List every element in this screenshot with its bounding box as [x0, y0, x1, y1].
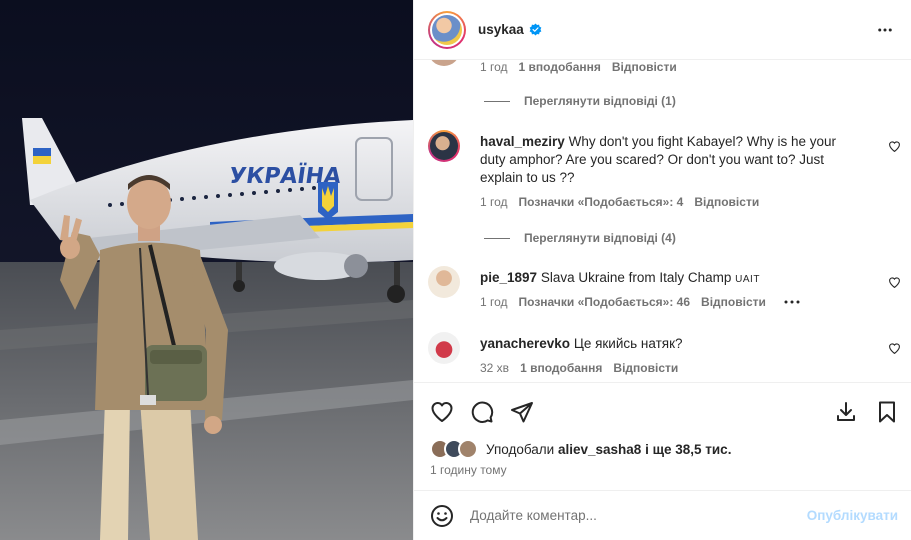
likes-count[interactable]: і ще 38,5 тис. [645, 442, 731, 457]
post-actions: Уподобали aliev_sasha8 і ще 38,5 тис. 1 … [414, 382, 911, 490]
view-replies-label: Переглянути відповіді (1) [524, 94, 676, 108]
comment-time[interactable]: 1 год [480, 60, 508, 74]
view-replies-button[interactable]: Переглянути відповіді (1) [484, 94, 676, 108]
more-icon[interactable] [876, 21, 894, 39]
author-username[interactable]: usykaa [478, 22, 524, 37]
reply-button[interactable]: Відповісти [613, 361, 678, 375]
heart-icon[interactable] [430, 400, 454, 424]
comment-avatar[interactable] [428, 60, 460, 66]
comment-icon[interactable] [470, 400, 494, 424]
comment-username[interactable]: pie_1897 [480, 270, 537, 285]
comment-meta: 1 год Позначки «Подобається»: 4 Відповіс… [480, 195, 759, 209]
comment-avatar[interactable] [428, 266, 460, 298]
comment-avatar[interactable] [428, 130, 460, 162]
view-replies-button[interactable]: Переглянути відповіді (4) [484, 231, 676, 245]
bookmark-icon[interactable] [875, 400, 899, 424]
comment-like-icon[interactable] [888, 140, 901, 153]
comment-time[interactable]: 32 хв [480, 361, 509, 375]
comment-body: yanacherevko Це якийсь натяк? [480, 335, 850, 353]
comment-input[interactable] [470, 508, 790, 523]
post-timestamp[interactable]: 1 годину тому [430, 463, 507, 477]
comment-likes[interactable]: Позначки «Подобається»: 4 [519, 195, 684, 209]
view-replies-label: Переглянути відповіді (4) [524, 231, 676, 245]
comment-username[interactable]: yanacherevko [480, 336, 570, 351]
comment-meta: 32 хв 1 вподобання Відповісти [480, 361, 678, 375]
flag-emoji: UAIT [735, 274, 760, 285]
replies-divider [484, 237, 510, 239]
reply-button[interactable]: Відповісти [694, 195, 759, 209]
comment-meta: 1 год 1 вподобання Відповісти [480, 60, 677, 74]
likes-summary[interactable]: Уподобали aliev_sasha8 і ще 38,5 тис. [430, 439, 731, 459]
comment-likes[interactable]: 1 вподобання [520, 361, 602, 375]
comment-time[interactable]: 1 год [480, 295, 508, 309]
reply-button[interactable]: Відповісти [612, 60, 677, 74]
post-header: usykaa [414, 0, 911, 60]
comment-body: pie_1897 Slava Ukraine from Italy Champ … [480, 269, 850, 289]
comment-likes[interactable]: Позначки «Подобається»: 46 [519, 295, 690, 309]
share-icon[interactable] [510, 400, 534, 424]
comment-time[interactable]: 1 год [480, 195, 508, 209]
liker-avatar [458, 439, 478, 459]
reply-button[interactable]: Відповісти [701, 295, 766, 309]
download-icon[interactable] [834, 400, 858, 424]
post-sidebar: usykaa 1 год 1 вподобання Відповісти Пер… [413, 0, 911, 540]
comment-text: Це якийсь натяк? [573, 336, 683, 351]
comment-username[interactable]: haval_meziry [480, 134, 565, 149]
comment-options-icon[interactable] [783, 296, 801, 308]
post-photo: УКРАЇНА [0, 0, 413, 540]
comment-like-icon[interactable] [888, 276, 901, 289]
likes-prefix: Уподобали [486, 441, 555, 457]
comment-likes[interactable]: 1 вподобання [519, 60, 601, 74]
liker-username[interactable]: aliev_sasha8 [558, 442, 641, 457]
comment-text: Slava Ukraine from Italy Champ [540, 270, 732, 285]
comment-like-icon[interactable] [888, 342, 901, 355]
comments-list[interactable]: 1 год 1 вподобання Відповісти Переглянут… [414, 60, 911, 382]
emoji-icon[interactable] [430, 504, 454, 528]
comment-avatar[interactable] [428, 332, 460, 364]
post-comment-button[interactable]: Опублікувати [807, 508, 898, 523]
verified-badge-icon [529, 23, 542, 36]
author-avatar[interactable] [428, 10, 466, 49]
comment-composer: Опублікувати [414, 490, 911, 540]
replies-divider [484, 100, 510, 102]
likes-text: Уподобали aliev_sasha8 і ще 38,5 тис. [486, 442, 731, 457]
comment-meta: 1 год Позначки «Подобається»: 46 Відпові… [480, 295, 801, 309]
comment-body: haval_meziry Why don't you fight Kabayel… [480, 133, 850, 187]
